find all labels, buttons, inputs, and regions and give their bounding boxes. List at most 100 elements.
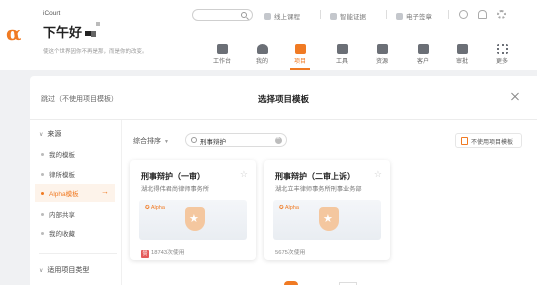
bulb-icon (330, 13, 337, 20)
bullet-icon (41, 173, 44, 176)
project-type-group-toggle[interactable]: ∨ 适用项目类型 (39, 265, 89, 275)
caret-down-icon: ▼ (164, 139, 169, 145)
template-card[interactable]: 刑事辩护（一审） 湖北得伟君尚律师事务所 ☆ ✪ Alpha ★ 赞 18743次… (130, 160, 256, 260)
nav-workbench[interactable]: 工作台 (207, 44, 237, 65)
sidebar-item-label: 我的模板 (49, 152, 75, 159)
card-org: 湖北立丰律师事务所刑事业务部 (275, 186, 362, 193)
template-source-sidebar (30, 120, 122, 285)
star-icon[interactable]: ☆ (240, 169, 248, 180)
nav-clients[interactable]: 客户 (408, 44, 438, 65)
bell-icon[interactable] (478, 10, 487, 19)
approval-icon (456, 44, 468, 54)
app-header: α iCourt 下午好 使这个世界因你不再是那，而是你的改变。 线上课程 智能… (0, 0, 537, 70)
icourt-logo-icon[interactable]: α (6, 22, 26, 44)
clear-icon[interactable] (275, 135, 282, 144)
tools-icon (336, 44, 348, 54)
search-icon (191, 137, 197, 143)
user-icon (256, 44, 268, 54)
nav-mine[interactable]: 我的 (247, 44, 277, 65)
modal-header: 跳过（不使用项目模板） 选择项目模板 (30, 76, 537, 120)
video-icon (264, 13, 271, 20)
template-card[interactable]: 刑事辩护（二审上诉） 湖北立丰律师事务所刑事业务部 ☆ ✪ Alpha ★ 56… (264, 160, 390, 260)
arrow-right-icon: → (101, 187, 109, 196)
grid-icon (496, 44, 508, 54)
bullet-icon (41, 213, 44, 216)
bullet-icon (41, 192, 44, 195)
sidebar-item-alpha-templates[interactable]: Alpha模板 → (35, 184, 115, 202)
bullet-icon (41, 232, 44, 235)
star-icon: ★ (189, 213, 199, 225)
online-course-label: 线上课程 (274, 14, 300, 21)
sidebar-divider (39, 253, 117, 254)
nav-projects[interactable]: 项目 (285, 44, 315, 65)
no-template-button[interactable]: 不使用项目模板 (455, 133, 522, 148)
book-icon (376, 44, 388, 54)
motto-text: 使这个世界因你不再是那，而是你的改变。 (43, 49, 148, 55)
chevron-down-icon: ∨ (39, 268, 44, 274)
star-icon: ★ (323, 213, 333, 225)
sidebar-item-label: Alpha模板 (49, 191, 79, 198)
alpha-label: ✪ Alpha (145, 205, 165, 211)
nav-label: 项目 (293, 59, 306, 65)
home-icon (216, 44, 228, 54)
nav-label: 更多 (495, 59, 508, 65)
greeting-text: 下午好 (43, 25, 83, 40)
template-search-input[interactable]: 刑事辩护 (185, 133, 287, 147)
online-course-link[interactable]: 线上课程 (264, 11, 300, 21)
modal-title: 选择项目模板 (257, 94, 309, 104)
card-usage: 5675次使用 (275, 250, 306, 256)
e-signature-link[interactable]: 电子签章 (396, 11, 432, 21)
banner-label: Alpha (284, 205, 299, 211)
pen-icon (396, 13, 403, 20)
card-title: 刑事辩护（二审上诉） (275, 172, 355, 181)
no-template-label: 不使用项目模板 (471, 140, 514, 146)
card-title: 刑事辩护（一审） (141, 172, 205, 181)
nav-more[interactable]: 更多 (487, 44, 517, 65)
smart-evidence-label: 智能证据 (340, 14, 366, 21)
settings-icon[interactable] (497, 10, 506, 19)
bullet-icon (41, 153, 44, 156)
smart-evidence-link[interactable]: 智能证据 (330, 11, 366, 21)
search-value: 刑事辩护 (200, 139, 226, 146)
nav-label: 客户 (416, 59, 429, 65)
shield-icon: ★ (185, 207, 205, 231)
nav-label: 工具 (335, 59, 348, 65)
pixelated-username-part (96, 22, 101, 26)
usage-count: 18743次使用 (151, 250, 185, 256)
sidebar-item-firm-templates[interactable]: 律所模板 (41, 169, 75, 179)
greeting: 下午好 (43, 22, 101, 41)
divider (448, 10, 449, 19)
sidebar-item-label: 我的收藏 (49, 231, 75, 238)
nav-approval[interactable]: 审批 (447, 44, 477, 65)
close-icon[interactable] (508, 90, 522, 104)
source-group-label: 来源 (47, 131, 62, 138)
sidebar-item-label: 内部共享 (49, 212, 75, 219)
document-icon (461, 137, 468, 145)
nav-label: 我的 (255, 59, 268, 65)
star-icon[interactable]: ☆ (374, 169, 382, 180)
client-icon (417, 44, 429, 54)
pixelated-username-part (91, 30, 97, 37)
nav-tools[interactable]: 工具 (327, 44, 357, 65)
sort-label: 综合排序 (133, 138, 161, 145)
sort-dropdown[interactable]: 综合排序 ▼ (133, 136, 169, 146)
card-banner: ✪ Alpha ★ (139, 200, 247, 240)
shield-icon: ★ (319, 207, 339, 231)
next-row-card-peek (284, 281, 298, 285)
search-icon (241, 12, 247, 18)
badge-icon: 赞 (141, 250, 149, 258)
banner-label: Alpha (150, 205, 165, 211)
project-type-label: 适用项目类型 (47, 267, 90, 274)
card-banner: ✪ Alpha ★ (273, 200, 381, 240)
help-icon[interactable] (459, 10, 468, 19)
brand-name: iCourt (43, 10, 61, 17)
chevron-down-icon: ∨ (39, 132, 44, 138)
sidebar-item-favorites[interactable]: 我的收藏 (41, 228, 75, 238)
briefcase-icon (294, 44, 306, 54)
sidebar-item-internal-shared[interactable]: 内部共享 (41, 209, 75, 219)
alpha-label: ✪ Alpha (279, 205, 299, 211)
nav-resources[interactable]: 资源 (367, 44, 397, 65)
global-search-input[interactable] (192, 9, 253, 21)
source-group-toggle[interactable]: ∨ 来源 (39, 129, 61, 139)
sidebar-item-my-templates[interactable]: 我的模板 (41, 149, 75, 159)
